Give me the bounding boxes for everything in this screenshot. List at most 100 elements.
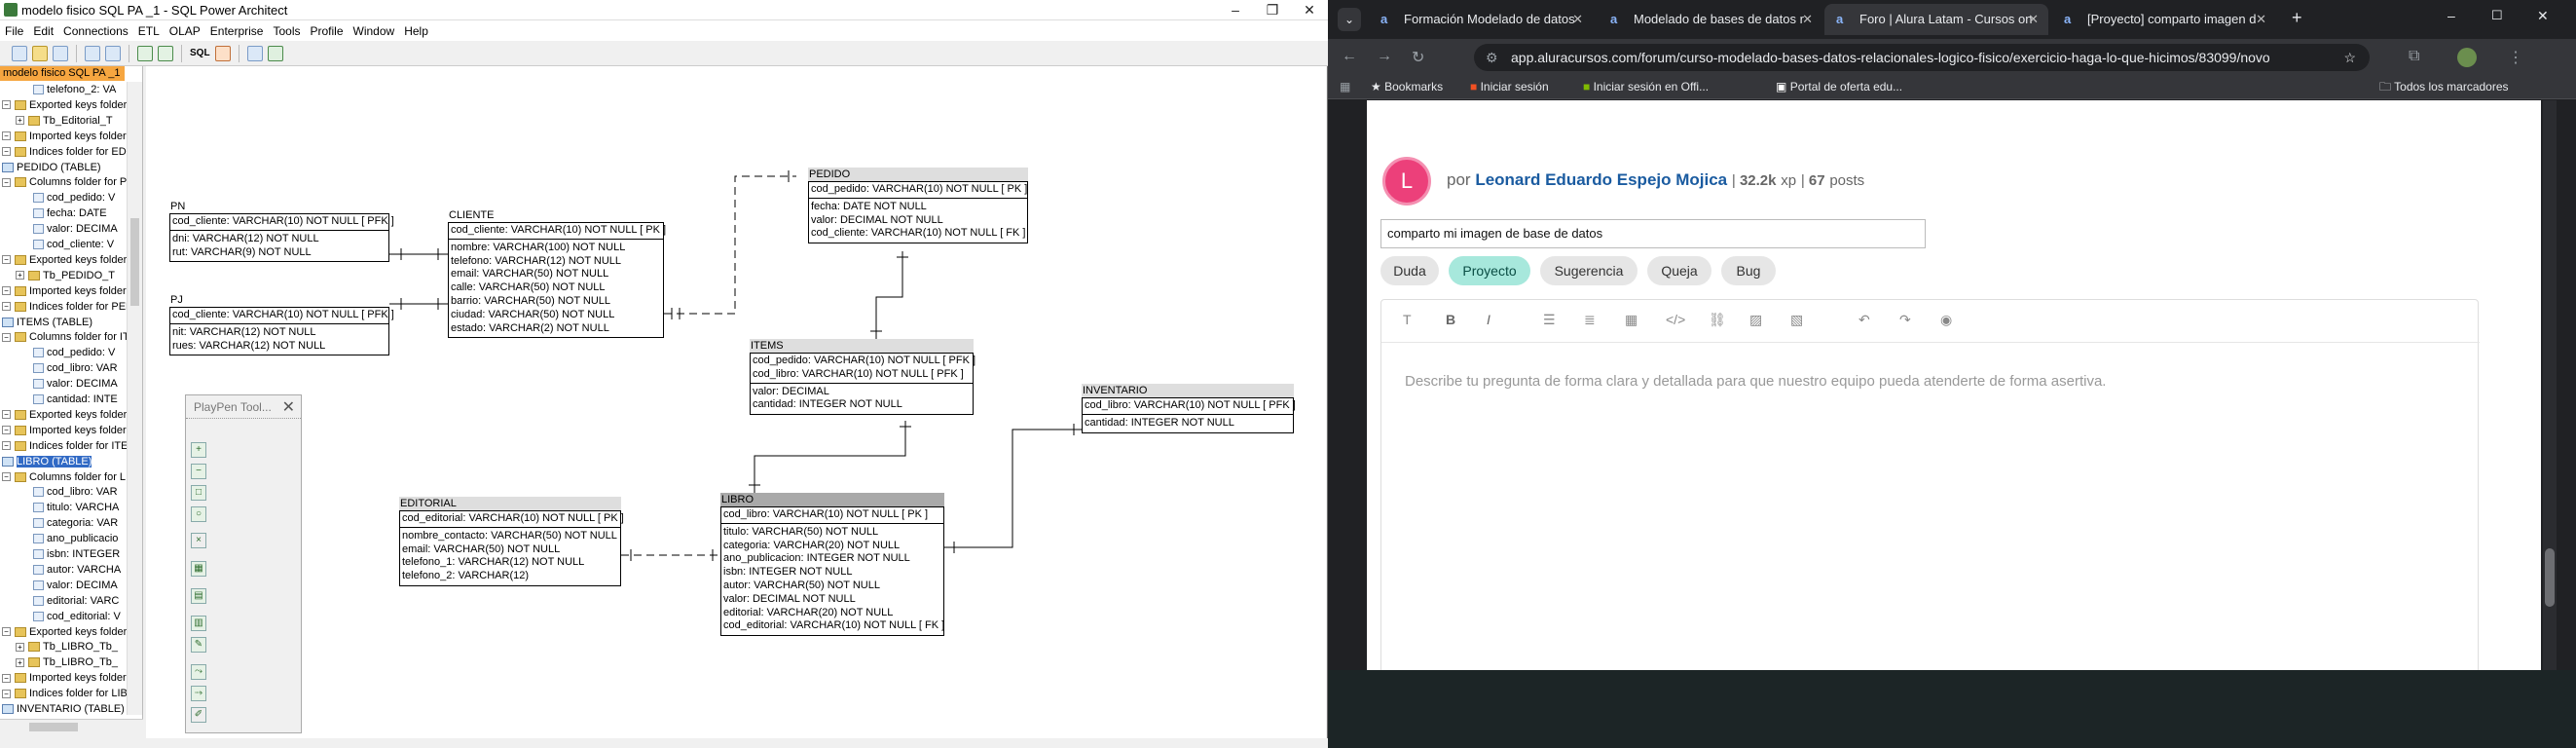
playpen-canvas[interactable]: PN cod_cliente: VARCHAR(10) NOT NULL [ P… bbox=[146, 66, 1326, 738]
browser-tab[interactable]: a Modelado de bases de datos r ✕ bbox=[1599, 4, 1822, 35]
category-duda[interactable]: Duda bbox=[1380, 256, 1439, 285]
tree-item[interactable]: cantidad: INTE bbox=[33, 392, 118, 407]
new-table-icon[interactable]: ▦ bbox=[191, 561, 206, 577]
column-row[interactable]: cod_pedido: VARCHAR(10) NOT NULL [ PK ] bbox=[811, 183, 1027, 197]
table-libro[interactable]: LIBRO cod_libro: VARCHAR(10) NOT NULL [ … bbox=[720, 493, 944, 637]
column-row[interactable]: isbn: INTEGER NOT NULL bbox=[723, 566, 941, 580]
expand-toggle-icon[interactable]: + bbox=[16, 657, 24, 667]
browser-tab[interactable]: a [Proyecto] comparto imagen d ✕ bbox=[2052, 4, 2276, 35]
column-row[interactable]: email: VARCHAR(50) NOT NULL bbox=[402, 543, 618, 557]
tree-item[interactable]: editorial: VARC bbox=[33, 593, 119, 609]
table-editorial[interactable]: EDITORIAL cod_editorial: VARCHAR(10) NOT… bbox=[399, 497, 624, 586]
column-row[interactable]: ciudad: VARCHAR(50) NOT NULL bbox=[451, 309, 661, 322]
tree-item[interactable]: ano_publicacio bbox=[33, 531, 118, 546]
tree-item[interactable]: cod_cliente: V bbox=[33, 237, 114, 252]
expand-toggle-icon[interactable]: − bbox=[2, 441, 11, 451]
all-bookmarks[interactable]: 🗀 Todos los marcadores bbox=[2379, 76, 2509, 97]
column-row[interactable]: rues: VARCHAR(12) NOT NULL bbox=[172, 340, 386, 354]
bullet-list-icon[interactable]: ≣ bbox=[1584, 312, 1596, 328]
profile-avatar[interactable] bbox=[2457, 48, 2477, 67]
code-icon[interactable]: </> bbox=[1666, 312, 1685, 327]
preview-eye-icon[interactable]: ◉ bbox=[1940, 312, 1952, 328]
column-row[interactable]: telefono_2: VARCHAR(12) bbox=[402, 570, 618, 583]
link-icon[interactable]: ⛓ bbox=[1709, 312, 1726, 328]
refresh-icon[interactable] bbox=[85, 45, 100, 61]
tree-item[interactable]: − Exported keys folder fo bbox=[2, 252, 139, 268]
expand-toggle-icon[interactable]: − bbox=[2, 426, 11, 435]
column-row[interactable]: cod_cliente: VARCHAR(10) NOT NULL [ PK ] bbox=[451, 224, 666, 238]
tree-item[interactable]: − Imported keys folder fo bbox=[2, 670, 138, 686]
author-name[interactable]: Leonard Eduardo Espejo Mojica bbox=[1475, 170, 1727, 189]
ordered-list-icon[interactable]: ☰ bbox=[1543, 312, 1556, 328]
table-pj[interactable]: PJ cod_cliente: VARCHAR(10) NOT NULL [ P… bbox=[169, 293, 394, 356]
tree-item[interactable]: − Columns folder for ITEM bbox=[2, 329, 142, 345]
menu-edit[interactable]: Edit bbox=[33, 24, 54, 38]
chart-icon[interactable] bbox=[267, 45, 283, 61]
column-row[interactable]: email: VARCHAR(50) NOT NULL bbox=[451, 268, 661, 281]
close-icon[interactable]: ✕ bbox=[2537, 8, 2549, 24]
tree-item[interactable]: valor: DECIMA bbox=[33, 376, 118, 392]
tree-item[interactable]: − Imported keys folder fo bbox=[2, 283, 138, 299]
tab-search-icon[interactable]: ⌄ bbox=[1338, 8, 1361, 31]
close-tab-icon[interactable]: ✕ bbox=[2028, 4, 2039, 35]
edit-table-icon[interactable]: ✎ bbox=[191, 637, 206, 653]
compare-icon[interactable] bbox=[214, 45, 231, 61]
expand-toggle-icon[interactable]: − bbox=[2, 627, 11, 637]
column-row[interactable]: autor: VARCHAR(50) NOT NULL bbox=[723, 580, 941, 593]
expand-toggle-icon[interactable]: + bbox=[16, 271, 24, 280]
tree-item[interactable]: − Indices folder for LIBR bbox=[2, 686, 135, 701]
back-icon[interactable]: ← bbox=[1342, 48, 1357, 65]
maximize-icon[interactable]: ❐ bbox=[1254, 0, 1291, 20]
menu-tools[interactable]: Tools bbox=[273, 24, 300, 38]
tree-item[interactable]: titulo: VARCHA bbox=[33, 500, 119, 515]
reload-icon[interactable]: ↻ bbox=[1412, 48, 1424, 67]
open-icon[interactable] bbox=[32, 45, 48, 61]
scroll-thumb[interactable] bbox=[29, 723, 78, 731]
tree-item[interactable]: isbn: INTEGER bbox=[33, 546, 120, 562]
zoom-out-icon[interactable]: − bbox=[191, 464, 206, 479]
zoom-in-icon[interactable]: + bbox=[191, 442, 206, 458]
column-row[interactable]: valor: DECIMAL bbox=[753, 386, 971, 399]
close-tab-icon[interactable]: ✕ bbox=[1802, 4, 1813, 35]
column-row[interactable]: cod_libro: VARCHAR(10) NOT NULL [ PFK ] bbox=[1085, 399, 1296, 413]
tree-item[interactable]: + Tb_Editorial_T bbox=[16, 113, 113, 129]
category-sugerencia[interactable]: Sugerencia bbox=[1540, 256, 1638, 285]
column-row[interactable]: categoria: VARCHAR(20) NOT NULL bbox=[723, 540, 941, 553]
expand-toggle-icon[interactable]: − bbox=[2, 147, 11, 157]
tree-item[interactable]: − Imported keys folder fo bbox=[2, 423, 138, 438]
bookmark-star-icon[interactable]: ☆ bbox=[2343, 44, 2356, 71]
close-icon[interactable]: ✕ bbox=[1291, 0, 1328, 20]
url-input[interactable]: ⚙ app.aluracursos.com/forum/curso-modela… bbox=[1474, 44, 2370, 71]
tree-item[interactable]: cod_libro: VAR bbox=[33, 360, 118, 376]
new-project-icon[interactable] bbox=[12, 45, 27, 61]
column-row[interactable]: nombre_contacto: VARCHAR(50) NOT NULL bbox=[402, 530, 618, 543]
tree-item[interactable]: autor: VARCHA bbox=[33, 562, 121, 578]
italic-icon[interactable]: I bbox=[1487, 312, 1490, 327]
column-row[interactable]: cod_libro: VARCHAR(10) NOT NULL [ PK ] bbox=[723, 508, 941, 522]
tree-item[interactable]: + Tb_PEDIDO_T bbox=[16, 268, 115, 283]
image-icon[interactable]: ▨ bbox=[1749, 312, 1762, 328]
extensions-icon[interactable]: ⧉ bbox=[2409, 48, 2419, 65]
table-cliente[interactable]: CLIENTE cod_cliente: VARCHAR(10) NOT NUL… bbox=[448, 208, 666, 339]
column-row[interactable]: fecha: DATE NOT NULL bbox=[811, 201, 1025, 214]
scroll-thumb[interactable] bbox=[2545, 548, 2555, 607]
column-row[interactable]: cod_editorial: VARCHAR(10) NOT NULL [ PK… bbox=[402, 512, 624, 526]
page-scrollbar[interactable] bbox=[2543, 100, 2557, 670]
new-tab-icon[interactable]: + bbox=[2292, 8, 2302, 28]
column-row[interactable]: cantidad: INTEGER NOT NULL bbox=[753, 398, 971, 412]
tree-item[interactable]: − Exported keys folder fo bbox=[2, 624, 139, 640]
tree-item[interactable]: cod_editorial: V bbox=[33, 609, 121, 624]
expand-toggle-icon[interactable]: − bbox=[2, 472, 11, 482]
category-queja[interactable]: Queja bbox=[1647, 256, 1711, 285]
insert-index-icon[interactable]: ▥ bbox=[191, 616, 206, 631]
browser-tab-active[interactable]: a Foro | Alura Latam - Cursos on ✕ bbox=[1824, 4, 2048, 35]
heading-icon[interactable]: T bbox=[1403, 312, 1412, 327]
tree-vertical-scrollbar[interactable] bbox=[127, 82, 142, 715]
menu-connections[interactable]: Connections bbox=[63, 24, 129, 38]
redo-icon[interactable] bbox=[158, 45, 173, 61]
post-title-input[interactable]: comparto mi imagen de base de datos bbox=[1380, 219, 1926, 248]
tree-item[interactable]: LIBRO (TABLE) bbox=[2, 454, 92, 469]
column-row[interactable]: nit: VARCHAR(12) NOT NULL bbox=[172, 326, 386, 340]
image-upload-icon[interactable]: ▧ bbox=[1790, 312, 1803, 328]
column-row[interactable]: rut: VARCHAR(9) NOT NULL bbox=[172, 246, 386, 260]
